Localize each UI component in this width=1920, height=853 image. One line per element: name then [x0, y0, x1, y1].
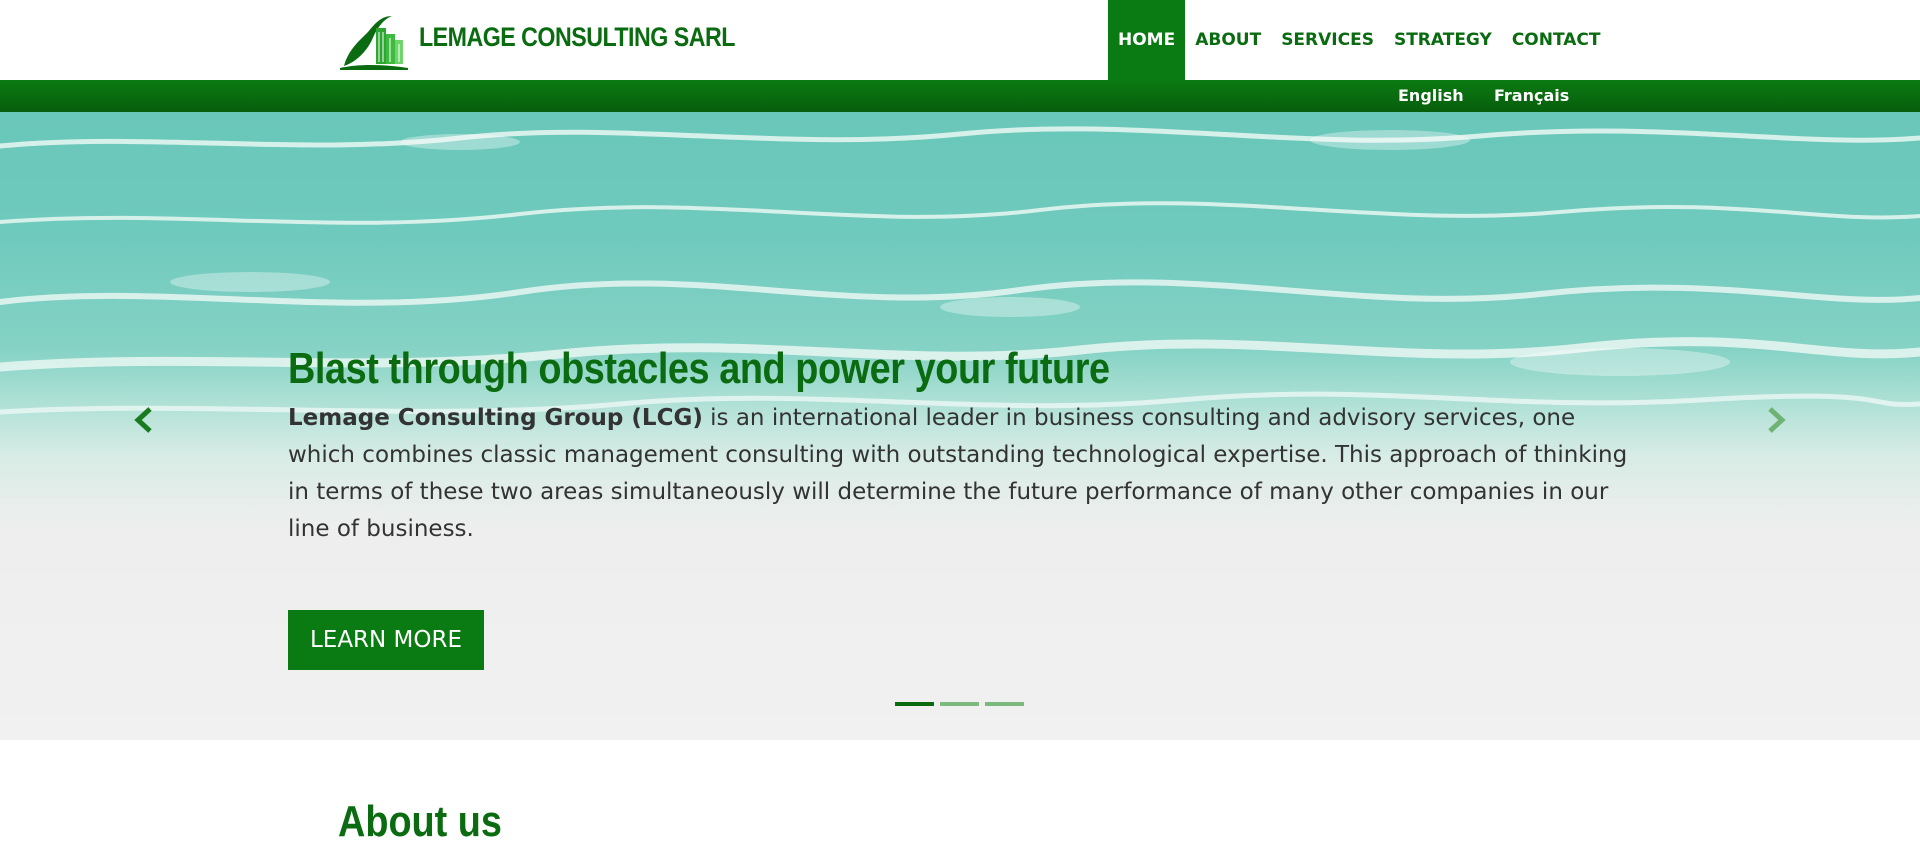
lcg-logo-icon[interactable]	[338, 10, 412, 70]
nav-home[interactable]: HOME	[1108, 0, 1186, 80]
chevron-left-icon[interactable]	[133, 405, 155, 435]
nav-strategy[interactable]: STRATEGY	[1384, 0, 1502, 80]
hero-title: Blast through obstacles and power your f…	[288, 344, 1110, 393]
carousel-indicators	[895, 702, 1024, 706]
main-nav: HOME ABOUT SERVICES STRATEGY CONTACT	[1108, 0, 1611, 80]
brand-name[interactable]: LEMAGE CONSULTING SARL	[419, 22, 735, 53]
chevron-right-icon[interactable]	[1765, 405, 1787, 435]
nav-services[interactable]: SERVICES	[1271, 0, 1384, 80]
nav-about[interactable]: ABOUT	[1185, 0, 1271, 80]
lang-francais[interactable]: Français	[1494, 86, 1569, 105]
nav-contact[interactable]: CONTACT	[1502, 0, 1611, 80]
carousel-indicator-2[interactable]	[940, 702, 979, 706]
hero-carousel: Blast through obstacles and power your f…	[0, 112, 1920, 740]
carousel-indicator-3[interactable]	[985, 702, 1024, 706]
hero-description-bold: Lemage Consulting Group (LCG)	[288, 405, 703, 431]
site-header: LEMAGE CONSULTING SARL HOME ABOUT SERVIC…	[0, 0, 1920, 80]
hero-description: Lemage Consulting Group (LCG) is an inte…	[288, 400, 1648, 548]
about-section-title: About us	[338, 797, 502, 846]
carousel-indicator-1[interactable]	[895, 702, 934, 706]
learn-more-button[interactable]: LEARN MORE	[288, 610, 484, 670]
language-bar: English Français	[0, 80, 1920, 112]
lang-english[interactable]: English	[1398, 86, 1464, 105]
